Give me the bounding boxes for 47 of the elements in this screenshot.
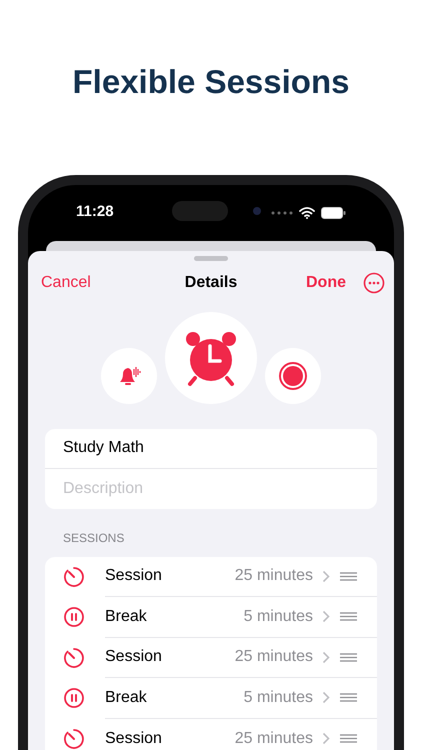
chevron-icon bbox=[322, 732, 330, 746]
row-label: Session bbox=[105, 566, 162, 586]
timer-icon bbox=[63, 728, 85, 750]
row-duration: 25 minutes bbox=[234, 647, 313, 668]
row-label: Break bbox=[105, 688, 147, 708]
dynamic-island bbox=[172, 200, 228, 220]
description-field[interactable]: Description bbox=[45, 468, 377, 508]
drag-handle-icon[interactable] bbox=[340, 572, 357, 581]
timer-icon bbox=[63, 646, 85, 669]
chevron-icon bbox=[322, 691, 330, 704]
session-row[interactable]: Break 5 minutes bbox=[45, 597, 377, 638]
row-label: Break bbox=[105, 606, 147, 627]
chevron-icon bbox=[322, 570, 330, 583]
signal-icon bbox=[271, 210, 293, 214]
session-row[interactable]: Session 25 minutes bbox=[45, 556, 377, 597]
done-button[interactable]: Done bbox=[306, 270, 346, 294]
grabber bbox=[194, 256, 228, 260]
drag-handle-icon[interactable] bbox=[340, 612, 357, 622]
more-button[interactable] bbox=[363, 272, 385, 294]
cancel-button[interactable]: Cancel bbox=[41, 270, 91, 294]
status-time: 11:28 bbox=[76, 202, 114, 222]
pause-icon bbox=[63, 687, 85, 710]
headline: Flexible Sessions bbox=[72, 62, 350, 102]
row-duration: 25 minutes bbox=[234, 728, 313, 749]
battery-icon bbox=[321, 206, 346, 218]
camera-icon bbox=[252, 206, 262, 216]
record-icon bbox=[278, 360, 308, 390]
section-header: SESSIONS bbox=[63, 530, 126, 546]
row-duration: 5 minutes bbox=[244, 606, 313, 627]
session-row[interactable]: Break 5 minutes bbox=[45, 678, 377, 718]
session-row[interactable]: Session 25 minutes bbox=[45, 718, 377, 750]
sheet-title: Details bbox=[184, 272, 238, 292]
drag-handle-icon[interactable] bbox=[340, 693, 357, 702]
drag-handle-icon[interactable] bbox=[340, 652, 357, 662]
row-duration: 5 minutes bbox=[244, 688, 313, 708]
more-icon bbox=[363, 272, 385, 294]
session-row[interactable]: Session 25 minutes bbox=[45, 638, 377, 678]
row-label: Session bbox=[105, 728, 162, 749]
chevron-icon bbox=[322, 610, 330, 624]
chevron-icon bbox=[322, 650, 330, 664]
wifi-icon bbox=[299, 206, 315, 218]
row-label: Session bbox=[105, 647, 162, 668]
drag-handle-icon[interactable] bbox=[340, 734, 357, 744]
row-duration: 25 minutes bbox=[234, 566, 313, 586]
pause-icon bbox=[63, 606, 85, 628]
timer-icon bbox=[63, 566, 85, 588]
name-field[interactable]: Study Math bbox=[45, 428, 377, 468]
